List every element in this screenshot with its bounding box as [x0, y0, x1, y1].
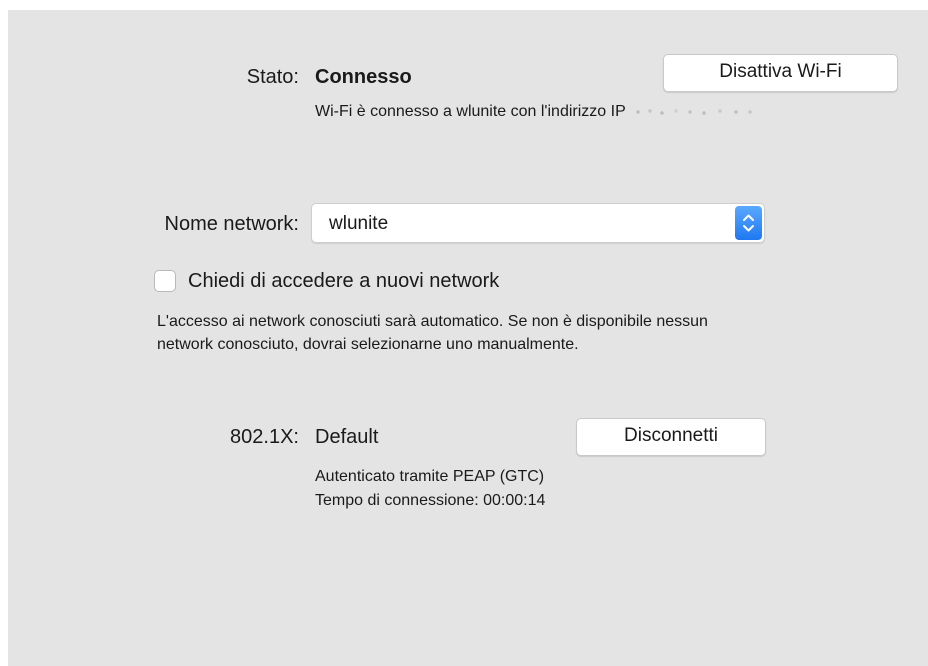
disconnect-button[interactable]: Disconnetti — [576, 418, 766, 456]
ask-join-checkbox[interactable] — [154, 270, 176, 292]
status-label: Stato: — [246, 66, 299, 88]
chevron-up-down-glyph — [743, 214, 754, 232]
chevron-up-down-icon[interactable] — [735, 206, 762, 240]
network-name-select[interactable]: wlunite — [311, 203, 765, 243]
ask-join-label[interactable]: Chiedi di accedere a nuovi network — [188, 270, 499, 293]
disable-wifi-button[interactable]: Disattiva Wi-Fi — [663, 54, 898, 92]
network-name-label: Nome network: — [164, 213, 300, 235]
ip-address-redacted — [631, 104, 760, 119]
status-value: Connesso — [315, 66, 412, 88]
status-detail: Wi-Fi è connesso a wlunite con l'indiriz… — [315, 103, 760, 121]
auth-value: Default — [315, 426, 379, 448]
wifi-settings-panel: Stato: Connesso Disattiva Wi-Fi Wi-Fi è … — [8, 10, 928, 666]
auth-method: Autenticato tramite PEAP (GTC) — [315, 468, 545, 485]
network-name-value: wlunite — [329, 213, 389, 234]
auth-label: 802.1X: — [230, 426, 299, 448]
connection-time: Tempo di connessione: 00:00:14 — [315, 492, 546, 509]
ask-join-help-text: L'accesso ai network conosciuti sarà aut… — [157, 313, 708, 353]
status-detail-text: Wi-Fi è connesso a wlunite con l'indiriz… — [315, 103, 626, 120]
